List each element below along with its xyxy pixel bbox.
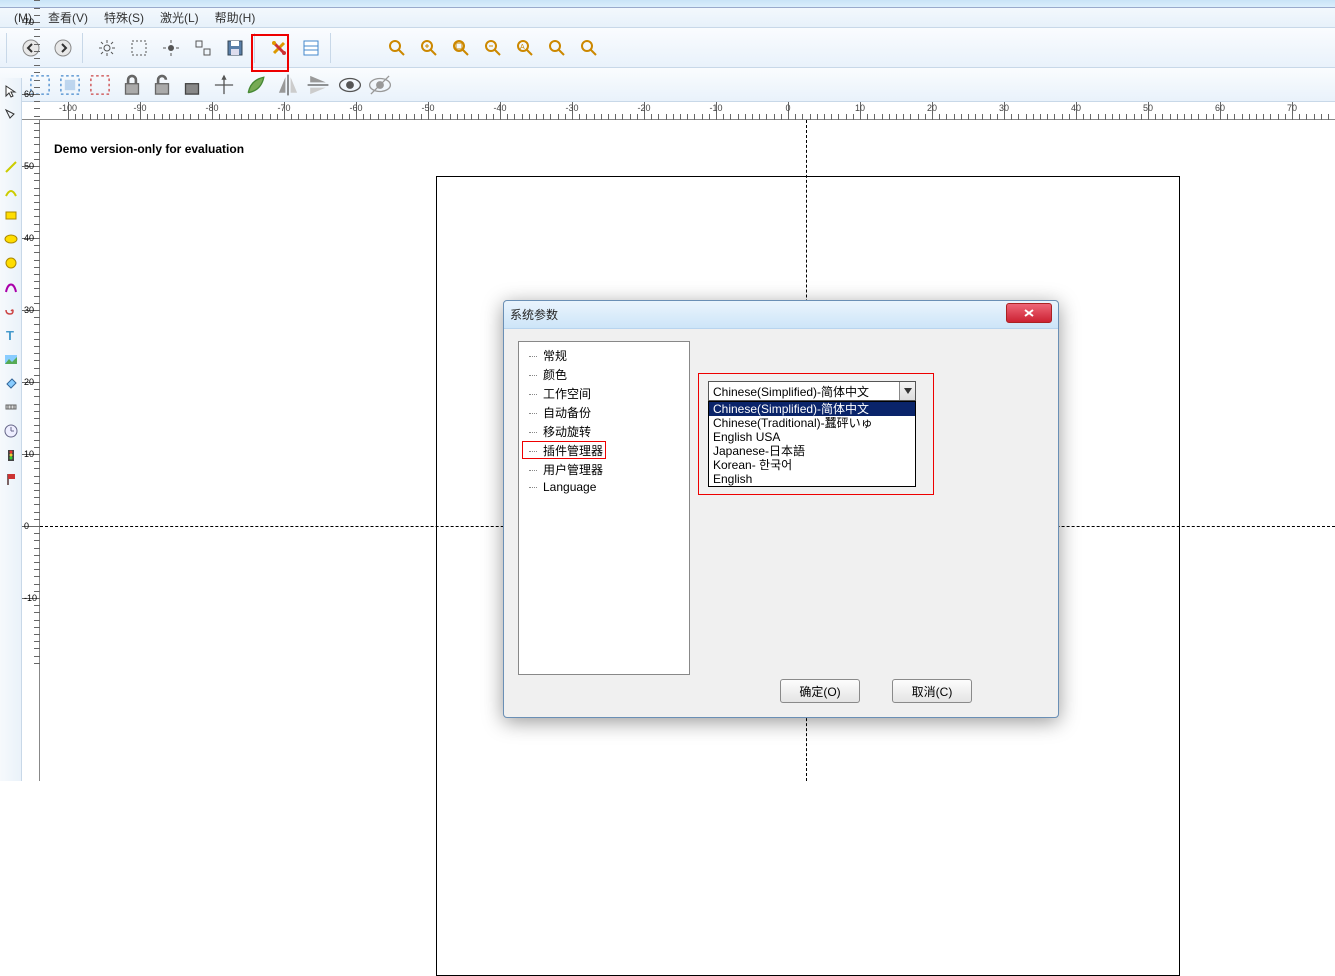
language-option-2[interactable]: English USA (709, 430, 915, 444)
language-option-5[interactable]: English (709, 472, 915, 486)
tree-item-3[interactable]: 自动备份 (521, 403, 687, 422)
select-all-button[interactable] (56, 71, 84, 99)
pointer-tool[interactable] (2, 80, 20, 102)
toolbar-secondary (0, 68, 1335, 102)
deselect-button[interactable] (86, 71, 114, 99)
rect-tool[interactable] (2, 204, 20, 226)
tree-item-4[interactable]: 移动旋转 (521, 422, 687, 441)
settings-tree[interactable]: 常规颜色工作空间自动备份移动旋转插件管理器用户管理器Language (518, 341, 690, 675)
ok-button[interactable]: 确定(O) (780, 679, 860, 703)
menu-special[interactable]: 特殊(S) (96, 7, 152, 28)
save-button[interactable] (220, 33, 250, 63)
nav-back-button[interactable] (16, 33, 46, 63)
eye-off-button[interactable] (366, 71, 394, 99)
curve-tool[interactable] (2, 180, 20, 202)
dropdown-value: Chinese(Simplified)-简体中文 (713, 383, 869, 400)
dialog-titlebar[interactable]: 系统参数 (504, 301, 1058, 329)
nav-forward-button[interactable] (48, 33, 78, 63)
settings-button[interactable] (264, 33, 294, 63)
zoom-out-button[interactable] (478, 33, 508, 63)
svg-text:A: A (520, 44, 525, 51)
mirror-h-button[interactable] (274, 71, 302, 99)
cancel-button[interactable]: 取消(C) (892, 679, 972, 703)
lock-button[interactable] (118, 71, 146, 99)
language-option-4[interactable]: Korean- 한국어 (709, 458, 915, 472)
origin-button[interactable] (210, 71, 238, 99)
spiral-tool[interactable] (2, 300, 20, 322)
tree-item-6[interactable]: 用户管理器 (521, 460, 687, 479)
menu-bar: (M) 查看(V) 特殊(S) 激光(L) 帮助(H) (0, 8, 1335, 28)
tool-align-button[interactable] (188, 33, 218, 63)
tool-grid-button[interactable] (124, 33, 154, 63)
tree-item-2[interactable]: 工作空间 (521, 384, 687, 403)
zoom-button[interactable] (382, 33, 412, 63)
dropdown-arrow-icon[interactable] (899, 382, 915, 400)
language-option-1[interactable]: Chinese(Traditional)-蠶砰いゅ (709, 416, 915, 430)
ruler-horizontal: -100-90-80-70-60-50-40-30-20-10010203040… (22, 102, 1335, 120)
zoom-in-button[interactable] (414, 33, 444, 63)
lock-layer-button[interactable] (178, 71, 206, 99)
zoom-fit-button[interactable] (446, 33, 476, 63)
leaf-button[interactable] (242, 71, 270, 99)
system-settings-dialog: 系统参数 常规颜色工作空间自动备份移动旋转插件管理器用户管理器Language … (503, 300, 1059, 718)
menu-m[interactable]: (M) (6, 9, 40, 27)
circle-tool[interactable] (2, 252, 20, 274)
eye-button[interactable] (336, 71, 364, 99)
image-tool[interactable] (2, 348, 20, 370)
clock-tool[interactable] (2, 420, 20, 442)
language-dropdown[interactable]: Chinese(Simplified)-简体中文 (708, 381, 916, 401)
node-tool[interactable] (2, 104, 20, 126)
tree-item-1[interactable]: 颜色 (521, 365, 687, 384)
menu-help[interactable]: 帮助(H) (207, 7, 264, 28)
mirror-v-button[interactable] (304, 71, 332, 99)
language-option-3[interactable]: Japanese-日本語 (709, 444, 915, 458)
language-option-0[interactable]: Chinese(Simplified)-简体中文 (709, 402, 915, 416)
fill-tool[interactable] (2, 372, 20, 394)
tool-palette: T (0, 78, 22, 781)
tree-item-7[interactable]: Language (521, 479, 687, 495)
tree-item-0[interactable]: 常规 (521, 346, 687, 365)
ellipse-tool[interactable] (2, 228, 20, 250)
flag-tool[interactable] (2, 468, 20, 490)
dialog-close-button[interactable] (1006, 303, 1052, 323)
menu-view[interactable]: 查看(V) (40, 7, 96, 28)
toolbar-main: A (0, 28, 1335, 68)
zoom-sel-button[interactable] (542, 33, 572, 63)
dialog-title: 系统参数 (510, 306, 558, 323)
text-tool[interactable]: T (2, 324, 20, 346)
demo-watermark: Demo version-only for evaluation (54, 142, 244, 156)
properties-button[interactable] (296, 33, 326, 63)
menu-laser[interactable]: 激光(L) (152, 7, 207, 28)
ruler-vertical: 1009080706050403020100-10 (22, 120, 40, 781)
line-tool[interactable] (2, 156, 20, 178)
zoom-all-button[interactable]: A (510, 33, 540, 63)
bezier-tool[interactable] (2, 276, 20, 298)
tool-light2-button[interactable] (156, 33, 186, 63)
unlock-button[interactable] (148, 71, 176, 99)
tool-light1-button[interactable] (92, 33, 122, 63)
tree-item-5[interactable]: 插件管理器 (521, 441, 687, 460)
language-listbox[interactable]: Chinese(Simplified)-简体中文Chinese(Traditio… (708, 401, 916, 487)
zoom-page-button[interactable] (574, 33, 604, 63)
svg-text:T: T (6, 328, 14, 342)
measure-tool[interactable] (2, 396, 20, 418)
traffic-tool[interactable] (2, 444, 20, 466)
